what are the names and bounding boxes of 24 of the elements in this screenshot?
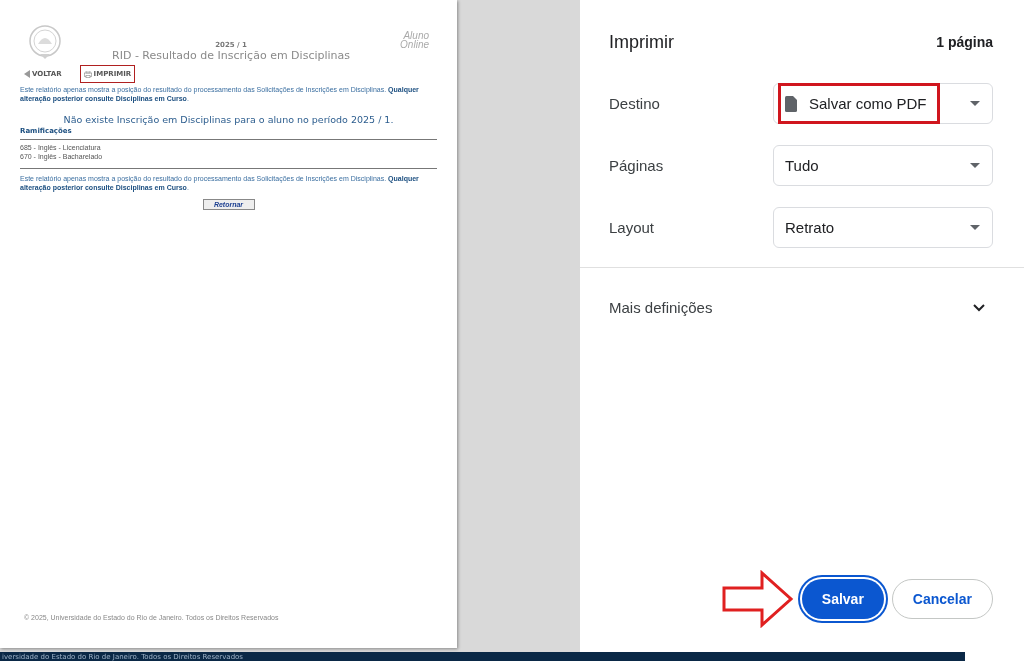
- brand-text: Aluno: [403, 31, 429, 40]
- printer-icon: [83, 70, 92, 78]
- select-dropdown[interactable]: Retrato: [773, 207, 993, 248]
- setting-label: Layout: [609, 219, 655, 236]
- page-count: 1 página: [936, 34, 993, 50]
- back-arrow-icon: [24, 70, 30, 78]
- caret-icon: [970, 225, 980, 230]
- status-message: Não existe Inscrição em Disciplinas para o aluno no período 2025 / 1.: [62, 114, 395, 125]
- select-dropdown[interactable]: Salvar como PDF: [773, 83, 993, 124]
- setting-label: Destino: [609, 95, 660, 112]
- select-value: Salvar como PDF: [809, 95, 927, 112]
- cancel-button[interactable]: Cancelar: [891, 579, 993, 619]
- more-settings-toggle[interactable]: Mais definições: [609, 299, 993, 316]
- dialog-title: Imprimir: [609, 31, 674, 53]
- seal-logo-icon: [28, 24, 62, 60]
- report-title: RID - Resultado de Inscrição em Disciplinas: [112, 49, 351, 62]
- file-icon: [785, 95, 797, 112]
- select-value: Tudo: [785, 157, 819, 174]
- caret-icon: [970, 101, 980, 106]
- select-dropdown[interactable]: Tudo: [773, 145, 993, 186]
- setting-label: Páginas: [609, 157, 664, 174]
- caret-icon: [970, 163, 980, 168]
- select-value: Retrato: [785, 219, 835, 236]
- brand-text: Online: [400, 40, 429, 49]
